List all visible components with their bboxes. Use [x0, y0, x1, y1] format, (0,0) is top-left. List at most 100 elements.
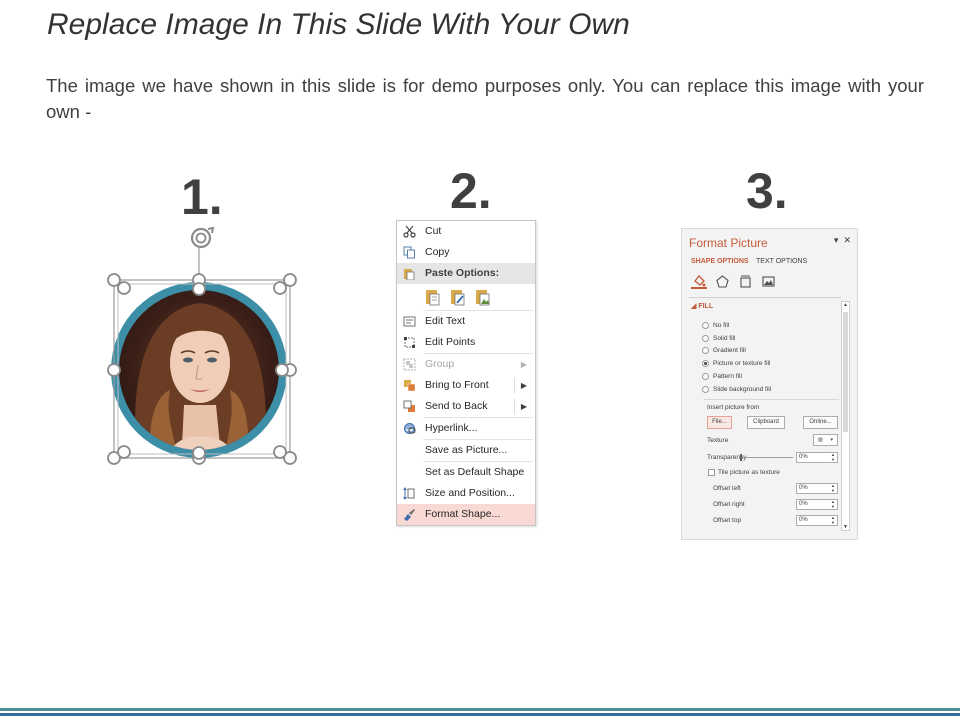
fill-section-header[interactable]: ◢ FILL — [691, 302, 713, 310]
radio-picture-fill[interactable]: Picture or texture fill — [702, 357, 771, 370]
chevron-down-icon: ▾ — [830, 437, 834, 443]
radio-button[interactable] — [702, 385, 709, 393]
step-number-2: 2. — [450, 163, 492, 219]
slide-body-text: The image we have shown in this slide is… — [46, 75, 924, 122]
offset-left-label: Offset left — [713, 485, 741, 492]
radio-button[interactable] — [702, 373, 709, 381]
menu-item-copy[interactable]: Copy — [397, 242, 535, 263]
radio-slide-background-fill[interactable]: Slide background fill — [702, 383, 771, 396]
picture-icon[interactable] — [760, 273, 776, 289]
close-icon[interactable]: ✕ — [843, 235, 851, 246]
submenu-divider — [514, 378, 515, 393]
spinner-value: 0% — [799, 517, 808, 523]
fill-section-label: FILL — [698, 303, 714, 310]
paste-icon — [402, 267, 416, 280]
transparency-spinner[interactable]: 0% ▲ ▼ — [796, 452, 838, 463]
clipboard-button[interactable]: Clipboard — [747, 416, 785, 429]
submenu-arrow-icon[interactable]: ▶ — [521, 396, 527, 417]
footer-rule-bottom — [0, 713, 960, 716]
fill-line-icon[interactable] — [691, 273, 707, 289]
insert-from-label: Insert picture from — [707, 404, 760, 411]
step-number-3: 3. — [746, 163, 788, 219]
rotate-handle-icon[interactable] — [190, 226, 215, 280]
send-to-back-icon — [402, 400, 416, 413]
menu-item-send-to-back[interactable]: Send to Back ▶ — [397, 396, 535, 417]
paste-options-row — [397, 284, 535, 310]
radio-button[interactable] — [702, 347, 709, 355]
menu-item-bring-to-front[interactable]: Bring to Front ▶ — [397, 375, 535, 396]
spinner-arrows-icon[interactable]: ▲ ▼ — [831, 515, 835, 525]
context-menu: Cut Copy Paste Options: Edit Text Edit P… — [396, 220, 536, 526]
pane-controls: ▾ ✕ — [834, 235, 851, 246]
radio-label: Gradient fill — [713, 347, 746, 355]
tile-checkbox[interactable] — [708, 469, 715, 476]
group-icon — [402, 358, 416, 371]
menu-item-size-position[interactable]: Size and Position... — [397, 483, 535, 504]
radio-button[interactable] — [702, 321, 709, 329]
radio-gradient-fill[interactable]: Gradient fill — [702, 345, 771, 358]
menu-item-save-as-picture[interactable]: Save as Picture... — [397, 440, 535, 461]
radio-label: Picture or texture fill — [713, 360, 771, 368]
radio-no-fill[interactable]: No fill — [702, 319, 771, 332]
size-position-icon — [402, 487, 416, 500]
menu-item-set-default-shape[interactable]: Set as Default Shape — [397, 462, 535, 483]
offset-top-spinner[interactable]: 0% ▲ ▼ — [796, 515, 838, 526]
menu-item-label: Bring to Front — [425, 379, 489, 391]
spinner-arrows-icon[interactable]: ▲ ▼ — [831, 483, 835, 493]
submenu-divider — [514, 399, 515, 414]
scissors-icon — [402, 225, 416, 238]
tab-shape-options[interactable]: SHAPE OPTIONS — [691, 258, 749, 265]
scroll-down-icon[interactable]: ▼ — [842, 524, 849, 530]
slide-title: Replace Image In This Slide With Your Ow… — [47, 8, 630, 41]
pane-options-dropdown-icon[interactable]: ▾ — [834, 235, 839, 246]
menu-item-edit-points[interactable]: Edit Points — [397, 332, 535, 353]
menu-item-hyperlink[interactable]: Hyperlink... — [397, 418, 535, 439]
pane-scrollbar[interactable]: ▲ ▼ — [841, 301, 850, 531]
transparency-slider-thumb[interactable] — [740, 454, 742, 461]
radio-button[interactable] — [702, 334, 709, 342]
radio-label: Slide background fill — [713, 385, 772, 393]
edit-points-icon — [402, 336, 416, 349]
file-button[interactable]: File... — [707, 416, 732, 429]
footer-rule-top — [0, 708, 960, 711]
menu-item-format-shape[interactable]: Format Shape... — [397, 504, 535, 525]
online-button[interactable]: Online... — [803, 416, 838, 429]
size-properties-icon[interactable] — [737, 273, 753, 289]
hyperlink-icon — [402, 422, 416, 435]
transparency-slider-track[interactable] — [739, 457, 793, 458]
menu-item-label: Group — [425, 358, 455, 370]
tab-text-options[interactable]: TEXT OPTIONS — [756, 258, 807, 265]
effects-icon[interactable] — [714, 273, 730, 289]
selected-picture[interactable] — [98, 215, 303, 475]
menu-item-label: Save as Picture... — [425, 444, 508, 456]
paste-use-theme-icon[interactable] — [423, 286, 443, 308]
paste-keep-source-icon[interactable] — [448, 286, 468, 308]
spinner-arrows-icon[interactable]: ▲ ▼ — [831, 499, 835, 509]
spinner-value: 0% — [799, 501, 808, 507]
radio-pattern-fill[interactable]: Pattern fill — [702, 370, 771, 383]
format-picture-pane: Format Picture ▾ ✕ SHAPE OPTIONS TEXT OP… — [681, 228, 858, 540]
menu-item-paste-options: Paste Options: — [397, 263, 535, 284]
menu-item-cut[interactable]: Cut — [397, 221, 535, 242]
menu-item-label: Hyperlink... — [425, 422, 478, 434]
radio-button-selected[interactable] — [702, 360, 709, 368]
spinner-arrows-icon[interactable]: ▲ ▼ — [831, 452, 835, 462]
radio-solid-fill[interactable]: Solid fill — [702, 332, 771, 345]
menu-item-label: Paste Options: — [425, 267, 500, 279]
bring-to-front-icon — [402, 379, 416, 392]
scroll-thumb[interactable] — [843, 312, 848, 432]
menu-item-label: Set as Default Shape — [425, 466, 525, 478]
radio-label: No fill — [713, 321, 730, 329]
paste-picture-icon[interactable] — [473, 286, 493, 308]
offset-top-label: Offset top — [713, 517, 742, 524]
pane-divider — [689, 297, 841, 298]
texture-dropdown[interactable]: ▨ ▾ — [813, 434, 838, 446]
offset-left-spinner[interactable]: 0% ▲ ▼ — [796, 483, 838, 494]
pane-category-icons — [691, 273, 776, 289]
portrait-photo — [119, 290, 279, 450]
offset-right-spinner[interactable]: 0% ▲ ▼ — [796, 499, 838, 510]
spinner-value: 0% — [799, 454, 808, 460]
menu-item-edit-text[interactable]: Edit Text — [397, 311, 535, 332]
scroll-up-icon[interactable]: ▲ — [842, 302, 849, 308]
submenu-arrow-icon[interactable]: ▶ — [521, 375, 527, 396]
